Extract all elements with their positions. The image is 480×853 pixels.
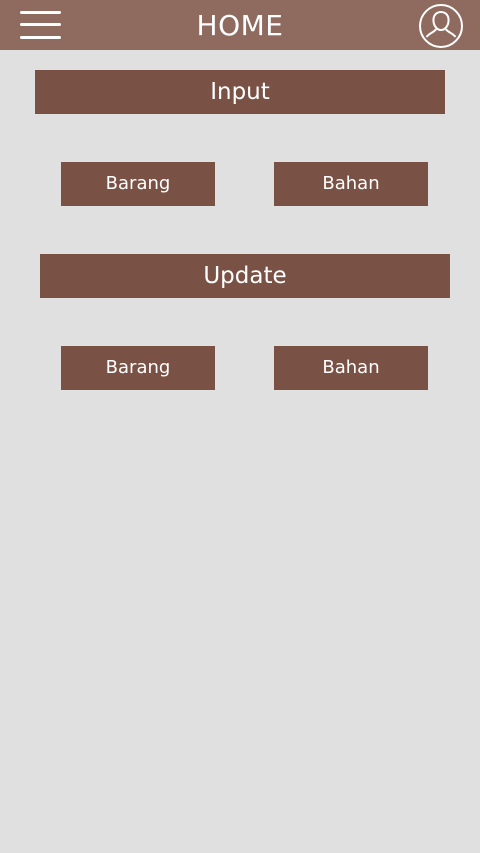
page-title: HOME <box>196 9 284 42</box>
update-bahan-button[interactable]: Bahan <box>274 346 428 390</box>
hamburger-menu-icon[interactable] <box>18 8 64 42</box>
input-bahan-button[interactable]: Bahan <box>274 162 428 206</box>
update-barang-button[interactable]: Barang <box>61 346 215 390</box>
menu-bar <box>20 36 61 39</box>
menu-bar <box>20 11 61 14</box>
app-bar: HOME <box>0 0 480 50</box>
user-profile-icon[interactable] <box>418 3 464 49</box>
input-barang-button[interactable]: Barang <box>61 162 215 206</box>
update-section-button[interactable]: Update <box>40 254 450 298</box>
menu-bar <box>20 23 61 26</box>
input-section-button[interactable]: Input <box>35 70 445 114</box>
